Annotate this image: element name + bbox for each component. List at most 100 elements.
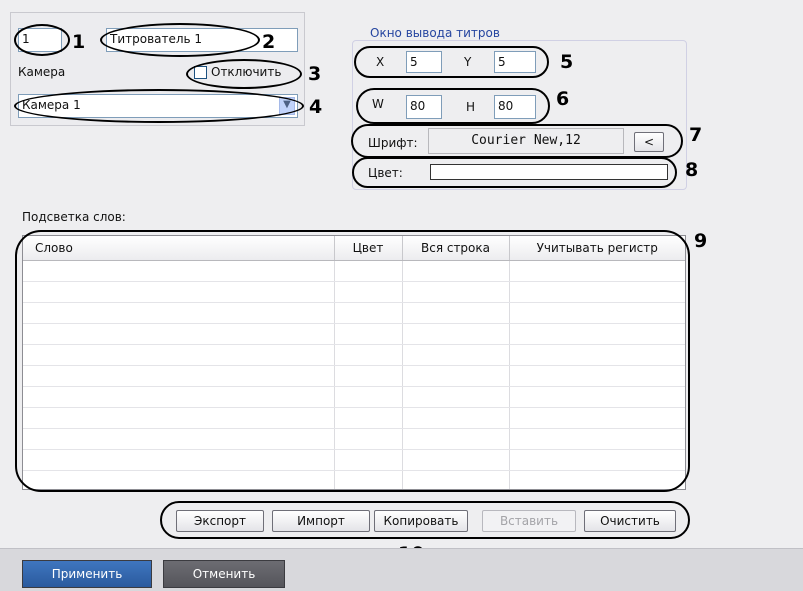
table-cell[interactable] — [402, 386, 510, 408]
clear-button[interactable]: Очистить — [584, 510, 676, 532]
camera-select-value: Камера 1 — [22, 98, 81, 112]
color-label: Цвет: — [368, 166, 403, 180]
table-cell[interactable] — [334, 386, 403, 408]
highlight-table[interactable]: Слово Цвет Вся строка Учитывать регистр — [22, 235, 686, 490]
table-row[interactable] — [23, 323, 685, 345]
callout-number-5: 5 — [560, 51, 574, 73]
font-select-button[interactable]: < — [634, 132, 664, 152]
table-cell[interactable] — [402, 428, 510, 450]
paste-button[interactable]: Вставить — [482, 510, 576, 532]
table-cell[interactable] — [509, 386, 685, 408]
table-cell[interactable] — [509, 344, 685, 366]
disable-label[interactable]: Отключить — [211, 65, 281, 79]
table-cell[interactable] — [402, 281, 510, 303]
highlight-header-row: Слово Цвет Вся строка Учитывать регистр — [23, 236, 685, 261]
table-cell[interactable] — [334, 449, 403, 471]
table-cell[interactable] — [509, 281, 685, 303]
table-cell[interactable] — [509, 365, 685, 387]
table-row[interactable] — [23, 428, 685, 450]
table-cell[interactable] — [23, 302, 335, 324]
table-row[interactable] — [23, 344, 685, 366]
y-input[interactable]: 5 — [494, 51, 536, 73]
table-cell[interactable] — [23, 344, 335, 366]
table-cell[interactable] — [402, 302, 510, 324]
table-cell[interactable] — [334, 260, 403, 282]
table-cell[interactable] — [509, 407, 685, 429]
table-cell[interactable] — [402, 449, 510, 471]
table-row[interactable] — [23, 260, 685, 282]
table-row[interactable] — [23, 470, 685, 489]
table-cell[interactable] — [334, 428, 403, 450]
camera-label: Камера — [18, 65, 66, 79]
table-cell[interactable] — [334, 281, 403, 303]
callout-number-7: 7 — [689, 124, 703, 146]
table-cell[interactable] — [509, 470, 685, 489]
cancel-button[interactable]: Отменить — [163, 560, 285, 588]
highlight-label: Подсветка слов: — [22, 210, 126, 224]
table-cell[interactable] — [509, 302, 685, 324]
callout-number-2: 2 — [262, 31, 276, 53]
column-header-word[interactable]: Слово — [23, 236, 335, 261]
table-cell[interactable] — [23, 260, 335, 282]
table-cell[interactable] — [402, 344, 510, 366]
apply-button[interactable]: Применить — [22, 560, 152, 588]
table-row[interactable] — [23, 302, 685, 324]
table-cell[interactable] — [23, 470, 335, 489]
h-input[interactable]: 80 — [494, 95, 536, 119]
table-row[interactable] — [23, 281, 685, 303]
highlight-grid: Слово Цвет Вся строка Учитывать регистр — [23, 236, 685, 489]
output-window-title: Окно вывода титров — [368, 26, 502, 40]
table-cell[interactable] — [23, 323, 335, 345]
table-cell[interactable] — [402, 260, 510, 282]
camera-select[interactable]: Камера 1 — [18, 94, 298, 118]
table-cell[interactable] — [402, 323, 510, 345]
table-cell[interactable] — [23, 449, 335, 471]
font-value: Courier New,12 — [428, 128, 624, 154]
disable-checkbox[interactable] — [194, 66, 207, 79]
x-label: X — [376, 55, 385, 69]
font-label: Шрифт: — [368, 136, 418, 150]
callout-number-9: 9 — [694, 230, 708, 252]
column-header-whole-line[interactable]: Вся строка — [402, 236, 510, 261]
table-cell[interactable] — [509, 323, 685, 345]
table-row[interactable] — [23, 365, 685, 387]
import-button[interactable]: Импорт — [272, 510, 370, 532]
table-cell[interactable] — [334, 344, 403, 366]
table-cell[interactable] — [23, 428, 335, 450]
color-swatch[interactable] — [430, 164, 668, 180]
table-cell[interactable] — [334, 407, 403, 429]
table-row[interactable] — [23, 449, 685, 471]
table-cell[interactable] — [23, 386, 335, 408]
table-cell[interactable] — [402, 407, 510, 429]
w-label: W — [372, 97, 384, 111]
w-input[interactable]: 80 — [406, 95, 442, 119]
chevron-down-icon[interactable]: ▼ — [279, 97, 295, 115]
copy-button[interactable]: Копировать — [374, 510, 468, 532]
table-cell[interactable] — [23, 407, 335, 429]
callout-number-6: 6 — [556, 88, 570, 110]
table-cell[interactable] — [402, 365, 510, 387]
x-input[interactable]: 5 — [406, 51, 442, 73]
column-header-match-case[interactable]: Учитывать регистр — [509, 236, 685, 261]
table-cell[interactable] — [334, 302, 403, 324]
y-label: Y — [464, 55, 472, 69]
table-cell[interactable] — [334, 365, 403, 387]
table-cell[interactable] — [402, 470, 510, 489]
callout-number-4: 4 — [309, 96, 323, 118]
table-cell[interactable] — [509, 428, 685, 450]
table-row[interactable] — [23, 407, 685, 429]
column-header-color[interactable]: Цвет — [334, 236, 403, 261]
table-cell[interactable] — [509, 260, 685, 282]
table-cell[interactable] — [334, 323, 403, 345]
callout-number-1: 1 — [72, 31, 86, 53]
table-cell[interactable] — [23, 365, 335, 387]
h-label: H — [466, 100, 476, 114]
table-row[interactable] — [23, 386, 685, 408]
table-cell[interactable] — [509, 449, 685, 471]
callout-number-8: 8 — [685, 159, 699, 181]
export-button[interactable]: Экспорт — [176, 510, 264, 532]
table-cell[interactable] — [23, 281, 335, 303]
table-cell[interactable] — [334, 470, 403, 489]
callout-number-3: 3 — [308, 63, 322, 85]
object-id-field[interactable]: 1 — [18, 28, 62, 52]
